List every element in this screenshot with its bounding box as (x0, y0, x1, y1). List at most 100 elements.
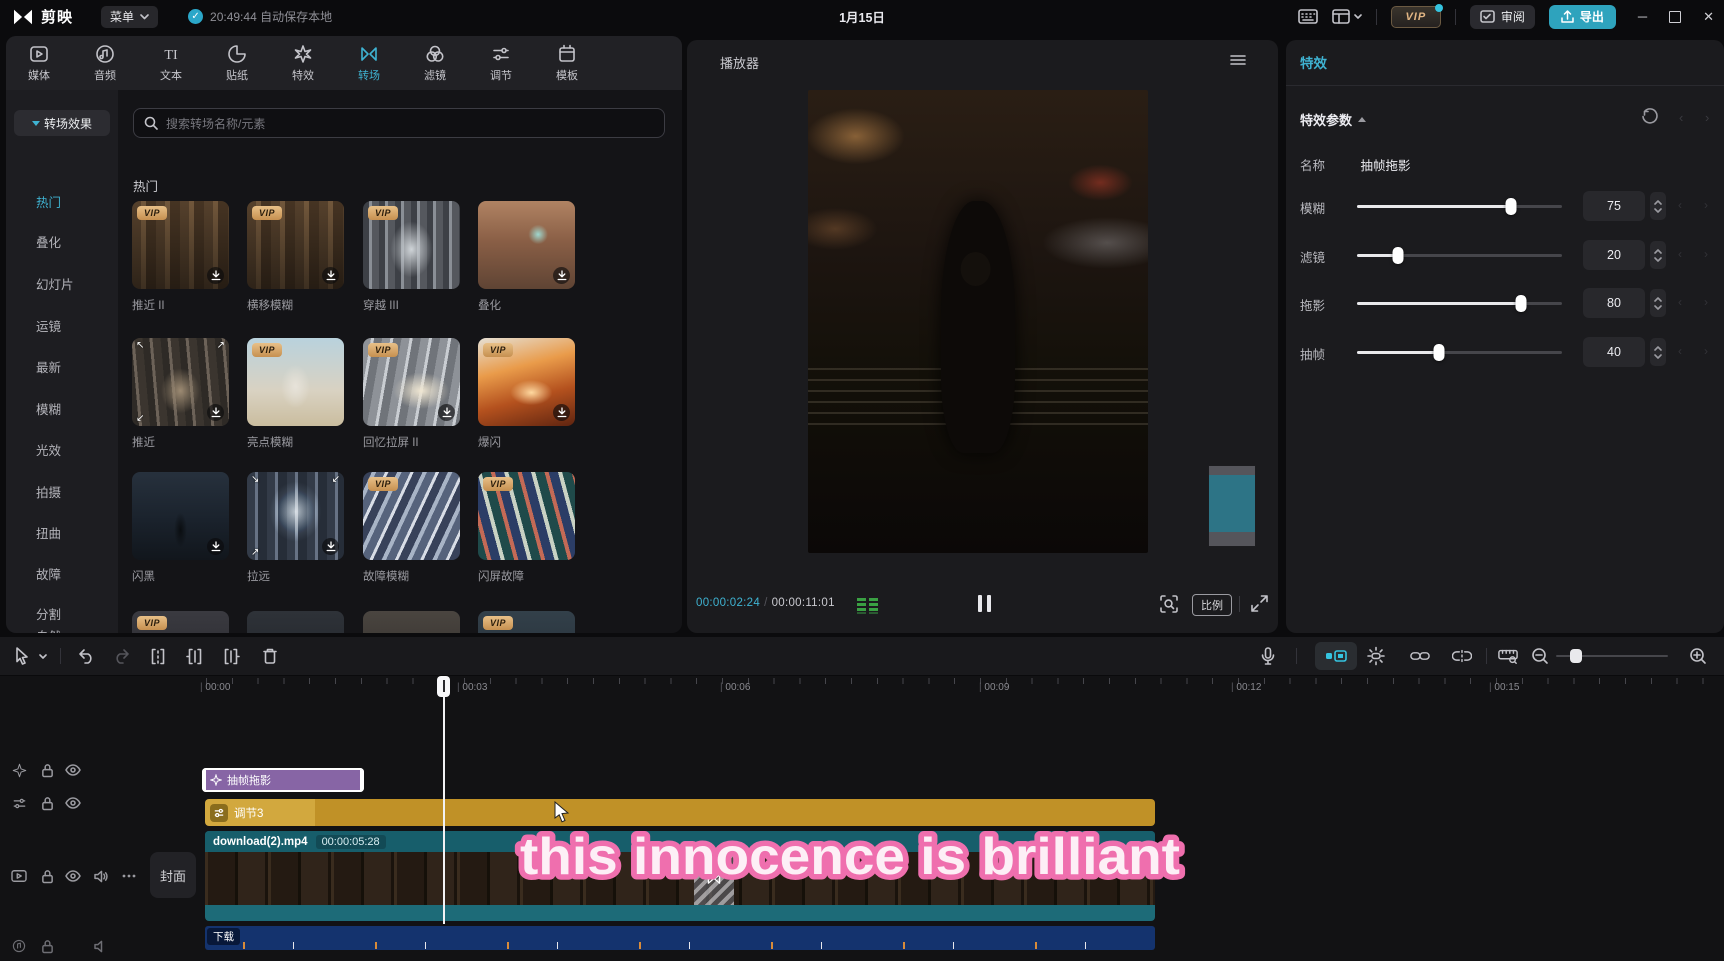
sidebar-item-light[interactable]: 光效 (6, 436, 118, 462)
zoom-slider-handle[interactable] (1570, 649, 1582, 663)
transition-item[interactable]: VIP 亮点模糊 (247, 338, 344, 450)
transition-item[interactable]: VIP 横移模糊 (247, 201, 344, 313)
effect-clip[interactable]: 抽帧拖影 (202, 768, 364, 792)
framedrop-stepper[interactable] (1650, 338, 1666, 366)
transition-item[interactable] (363, 611, 460, 633)
more-options-icon[interactable] (120, 867, 138, 885)
pause-button[interactable] (975, 595, 993, 613)
next-keyframe-icon[interactable]: › (1704, 295, 1708, 309)
transition-thumbnail[interactable]: VIP (478, 472, 575, 560)
redo-button[interactable] (112, 646, 132, 666)
snap-toggle[interactable] (1315, 642, 1357, 670)
lock-icon[interactable] (38, 794, 56, 812)
sidebar-item-blur[interactable]: 模糊 (6, 395, 118, 421)
fullscreen-icon[interactable] (1250, 594, 1269, 613)
transition-item[interactable]: VIP 回忆拉屏 II (363, 338, 460, 450)
split-button[interactable] (148, 646, 168, 666)
reset-icon[interactable] (1641, 108, 1658, 125)
zoom-in-icon[interactable] (1688, 646, 1708, 666)
timeline-zoom-slider[interactable] (1556, 655, 1668, 657)
maximize-button[interactable] (1669, 11, 1681, 23)
delete-button[interactable] (260, 646, 280, 666)
transition-thumbnail[interactable]: VIP (478, 338, 575, 426)
filter-value[interactable]: 20 (1583, 240, 1645, 270)
export-button[interactable]: 导出 (1549, 5, 1616, 29)
aspect-ratio-button[interactable]: 比例 (1192, 594, 1232, 616)
transition-thumbnail[interactable]: VIP (247, 338, 344, 426)
transition-item[interactable]: ↘ ↙ ↗ 拉远 (247, 472, 344, 584)
video-preview[interactable] (808, 90, 1148, 553)
select-tool-dropdown[interactable] (38, 646, 48, 666)
search-input[interactable]: 搜索转场名称/元素 (133, 108, 665, 138)
slider-handle[interactable] (1393, 247, 1404, 264)
close-button[interactable]: ✕ (1703, 9, 1714, 25)
prev-keyframe-icon[interactable]: ‹ (1678, 247, 1682, 261)
timeline-ruler[interactable]: 00:00 00:03 00:06 00:09 00:12 00:15 (0, 676, 1724, 700)
eye-icon[interactable] (64, 867, 82, 885)
blur-value[interactable]: 75 (1583, 191, 1645, 221)
tab-audio[interactable]: 音频 (72, 44, 138, 83)
prev-keyframe-icon[interactable]: ‹ (1678, 295, 1682, 309)
timeline-preview-icon[interactable] (1498, 646, 1518, 666)
transition-thumbnail[interactable]: ↘ ↙ ↗ (247, 472, 344, 560)
tab-media[interactable]: 媒体 (6, 44, 72, 83)
sidebar-item-hot[interactable]: 热门 (6, 188, 118, 214)
vip-badge[interactable]: VIP (1391, 6, 1441, 28)
tab-transitions[interactable]: 转场 (336, 44, 402, 83)
transition-thumbnail[interactable] (363, 611, 460, 633)
player-menu-icon[interactable] (1230, 54, 1246, 66)
sidebar-item-nature[interactable]: 自然 (6, 622, 118, 633)
trail-value[interactable]: 80 (1583, 288, 1645, 318)
tab-adjust[interactable]: 调节 (468, 44, 534, 83)
prev-keyframe-icon[interactable]: ‹ (1679, 110, 1683, 125)
transition-item[interactable]: VIP 推近 II (132, 201, 229, 313)
audio-clip[interactable]: 下载 (205, 926, 1155, 950)
transition-item[interactable]: VIP 穿越 III (363, 201, 460, 313)
lock-icon[interactable] (38, 937, 56, 955)
layout-switch-icon[interactable] (1332, 9, 1362, 24)
keyboard-shortcuts-icon[interactable] (1298, 9, 1318, 24)
transition-thumbnail[interactable]: ↖ ↗ ↙ (132, 338, 229, 426)
lock-icon[interactable] (38, 761, 56, 779)
sidebar-header-transition-effects[interactable]: 转场效果 (14, 110, 110, 136)
transition-item[interactable]: VIP (478, 611, 575, 633)
filter-slider[interactable] (1357, 254, 1562, 257)
transition-item[interactable]: ↖ ↗ ↙ 推近 (132, 338, 229, 450)
lock-icon[interactable] (38, 867, 56, 885)
trail-slider[interactable] (1357, 302, 1562, 305)
sidebar-item-newest[interactable]: 最新 (6, 353, 118, 379)
transition-item[interactable]: 闪黑 (132, 472, 229, 584)
slider-handle[interactable] (1516, 295, 1527, 312)
eye-icon[interactable] (64, 794, 82, 812)
mute-icon[interactable] (92, 937, 110, 955)
sidebar-item-camera-move[interactable]: 运镜 (6, 312, 118, 338)
zoom-out-icon[interactable] (1530, 646, 1550, 666)
link-icon[interactable] (1410, 646, 1430, 666)
blur-stepper[interactable] (1650, 192, 1666, 220)
mute-icon[interactable] (92, 867, 110, 885)
transition-thumbnail[interactable]: VIP (478, 611, 575, 633)
select-tool[interactable] (12, 646, 32, 666)
transition-item[interactable]: VIP 故障模糊 (363, 472, 460, 584)
transition-item[interactable]: VIP (132, 611, 229, 633)
playhead-handle[interactable] (437, 676, 450, 697)
review-button[interactable]: 审阅 (1470, 5, 1535, 29)
tab-effects[interactable]: 特效 (270, 44, 336, 83)
tab-sticker[interactable]: 贴纸 (204, 44, 270, 83)
next-keyframe-icon[interactable]: › (1704, 344, 1708, 358)
next-keyframe-icon[interactable]: › (1704, 198, 1708, 212)
transition-thumbnail[interactable]: VIP (132, 201, 229, 289)
minimize-button[interactable]: ─ (1638, 9, 1647, 24)
menu-button[interactable]: 菜单 (101, 6, 158, 28)
auto-preview-icon[interactable] (1366, 646, 1386, 666)
transition-item[interactable] (247, 611, 344, 633)
effect-params-section-header[interactable]: 特效参数 (1300, 110, 1366, 129)
panel-scrollbar[interactable] (1208, 465, 1256, 547)
transition-item[interactable]: VIP 爆闪 (478, 338, 575, 450)
transition-thumbnail[interactable]: VIP (363, 201, 460, 289)
sidebar-item-dissolve[interactable]: 叠化 (6, 228, 118, 254)
undo-button[interactable] (76, 646, 96, 666)
tab-filters[interactable]: 滤镜 (402, 44, 468, 83)
prev-keyframe-icon[interactable]: ‹ (1678, 344, 1682, 358)
transition-item[interactable]: VIP 闪屏故障 (478, 472, 575, 584)
